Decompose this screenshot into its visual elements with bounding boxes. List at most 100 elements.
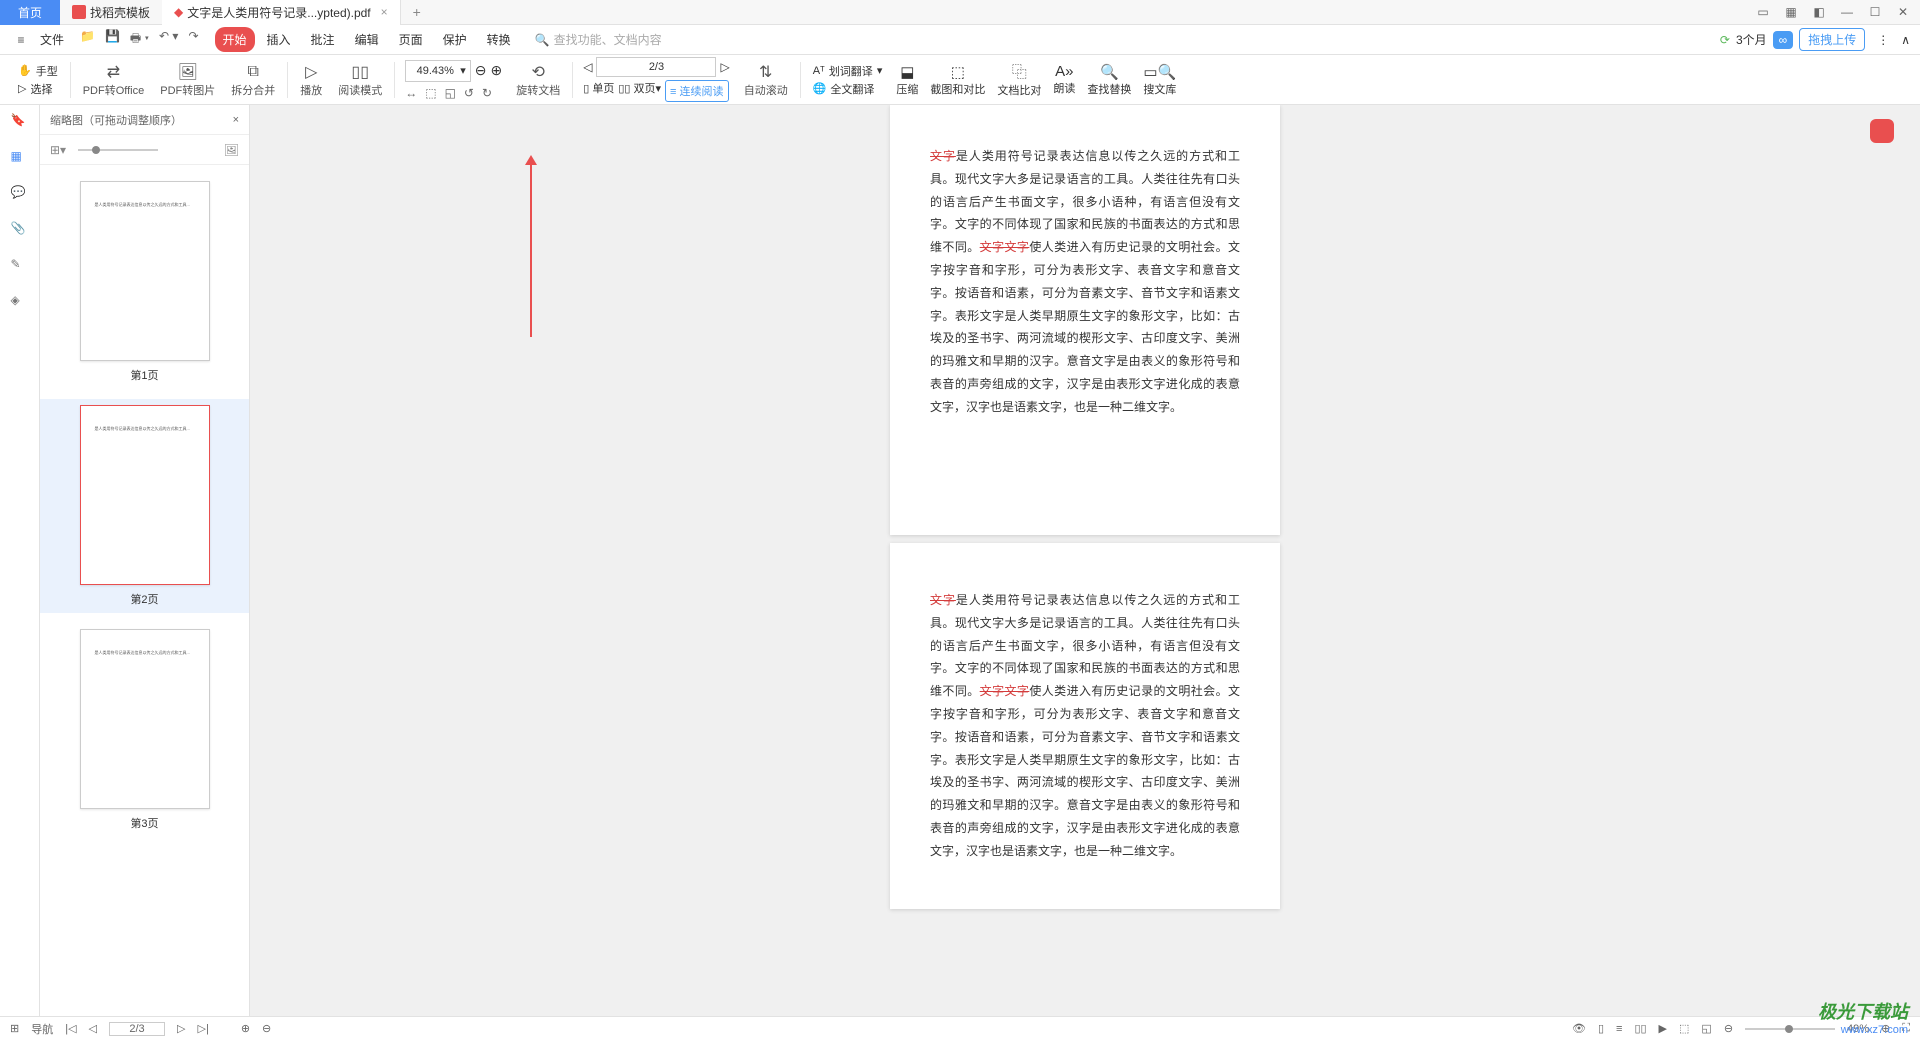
double-page[interactable]: ▯▯ 双页▾ bbox=[618, 80, 661, 102]
grid-icon[interactable]: ▦ bbox=[1784, 5, 1798, 19]
split-merge[interactable]: ⧉拆分合并 bbox=[223, 55, 283, 105]
search-box[interactable]: 🔍 查找功能、文档内容 bbox=[535, 31, 662, 48]
eye-icon[interactable]: 👁 bbox=[1572, 1022, 1586, 1035]
close-panel-icon[interactable]: × bbox=[233, 114, 239, 126]
next-page-icon[interactable]: ▷ bbox=[177, 1022, 185, 1035]
hand-tool[interactable]: ✋手型 bbox=[18, 63, 58, 79]
thumbnail-list[interactable]: 是人类用符号记录表达信息以传之久远的方式和工具... 第1页 是人类用符号记录表… bbox=[40, 165, 249, 1016]
file-menu[interactable]: 文件 bbox=[34, 31, 70, 48]
thumb-view-icon[interactable]: 🖼 bbox=[224, 143, 239, 157]
first-page-icon[interactable]: |◁ bbox=[65, 1022, 76, 1035]
new-tab-button[interactable]: + bbox=[401, 4, 433, 20]
close-window-icon[interactable]: ✕ bbox=[1896, 5, 1910, 19]
compress[interactable]: ⬓压缩 bbox=[890, 63, 924, 97]
next-page-icon[interactable]: ▷ bbox=[720, 60, 729, 74]
attachment-icon[interactable]: 📎 bbox=[11, 221, 29, 239]
tab-start[interactable]: 开始 bbox=[215, 27, 255, 52]
read-mode[interactable]: ▯▯阅读模式 bbox=[330, 55, 390, 105]
select-tool[interactable]: ▷选择 bbox=[18, 81, 58, 97]
play-slideshow-icon[interactable]: ▶ bbox=[1659, 1022, 1667, 1035]
zoom-actual-icon[interactable]: ⊖ bbox=[262, 1022, 271, 1035]
sort-icon[interactable]: ⊞▾ bbox=[50, 143, 66, 157]
pdf-to-office[interactable]: ⇄PDF转Office bbox=[75, 55, 153, 105]
collapse-icon[interactable]: ∧ bbox=[1901, 33, 1910, 47]
zoom-value-box[interactable]: 49.43%▾ bbox=[405, 60, 471, 82]
fit-icon[interactable]: ⬚ bbox=[1679, 1022, 1689, 1035]
tab-document[interactable]: ◆ 文字是人类用符号记录...ypted).pdf × bbox=[162, 0, 401, 25]
page-number-input[interactable]: 2/3 bbox=[109, 1022, 165, 1036]
fit-page-icon[interactable]: ⬚ bbox=[425, 86, 436, 100]
tab-annotate[interactable]: 批注 bbox=[303, 27, 343, 52]
full-translate[interactable]: 🌐全文翻译 bbox=[813, 81, 883, 97]
struck-text: 文字 bbox=[930, 593, 956, 607]
redo-icon[interactable]: ↷ bbox=[188, 29, 198, 50]
document-canvas[interactable]: 文字是人类用符号记录表达信息以传之久远的方式和工具。现代文字大多是记录语言的工具… bbox=[250, 105, 1920, 1016]
layers-icon[interactable]: ◈ bbox=[11, 293, 29, 311]
rotate-doc[interactable]: ⟲旋转文档 bbox=[508, 55, 568, 105]
tab-close-icon[interactable]: × bbox=[381, 5, 388, 19]
hamburger-icon[interactable]: ≡ bbox=[10, 29, 32, 51]
open-icon[interactable]: 📁 bbox=[80, 29, 95, 50]
library-icon: ▭🔍 bbox=[1143, 63, 1176, 81]
thumbnail-item[interactable]: 是人类用符号记录表达信息以传之久远的方式和工具... 第3页 bbox=[40, 623, 249, 837]
crop-view-icon[interactable]: ◱ bbox=[1701, 1022, 1711, 1035]
fit-width-icon[interactable]: ↔ bbox=[405, 86, 417, 100]
signature-icon[interactable]: ✎ bbox=[11, 257, 29, 275]
floating-action-badge[interactable] bbox=[1870, 119, 1894, 143]
rotate-left-icon[interactable]: ↺ bbox=[464, 86, 474, 100]
thumbnail-size-slider[interactable] bbox=[78, 149, 158, 151]
play-button[interactable]: ▷播放 bbox=[292, 55, 330, 105]
skin-icon[interactable]: ◧ bbox=[1812, 5, 1826, 19]
minimize-icon[interactable]: — bbox=[1840, 5, 1854, 19]
bookmark-icon[interactable]: 🔖 bbox=[11, 113, 29, 131]
tab-edit[interactable]: 编辑 bbox=[347, 27, 387, 52]
rotate-right-icon[interactable]: ↻ bbox=[482, 86, 492, 100]
last-page-icon[interactable]: ▷| bbox=[197, 1022, 208, 1035]
layout-icon[interactable]: ▭ bbox=[1756, 5, 1770, 19]
thumbnail-icon[interactable]: ▦ bbox=[11, 149, 29, 167]
view-continuous-icon[interactable]: ≡ bbox=[1616, 1023, 1622, 1035]
search-icon: 🔍 bbox=[535, 33, 550, 47]
tab-protect[interactable]: 保护 bbox=[435, 27, 475, 52]
struck-text: 文字 bbox=[930, 149, 956, 163]
cloud-sync-icon[interactable]: ∞ bbox=[1773, 31, 1794, 49]
upload-button[interactable]: 拖拽上传 bbox=[1799, 28, 1865, 51]
read-aloud[interactable]: A»朗读 bbox=[1047, 63, 1081, 96]
actual-size-icon[interactable]: ◱ bbox=[445, 86, 456, 100]
tab-templates[interactable]: 找稻壳模板 bbox=[60, 0, 162, 25]
prev-page-icon[interactable]: ◁ bbox=[89, 1022, 97, 1035]
view-double-icon[interactable]: ▯▯ bbox=[1634, 1022, 1646, 1035]
zoom-in-icon[interactable]: ⊕ bbox=[491, 62, 503, 79]
zoom-out-icon[interactable]: ⊖ bbox=[475, 62, 487, 79]
tab-convert[interactable]: 转换 bbox=[479, 27, 519, 52]
outline-toggle-icon[interactable]: ⊞ bbox=[10, 1022, 19, 1035]
screenshot-compare[interactable]: ⬚截图和对比 bbox=[924, 63, 991, 97]
search-library[interactable]: ▭🔍搜文库 bbox=[1137, 63, 1182, 97]
page-indicator[interactable]: 2/3 bbox=[596, 57, 716, 77]
save-icon[interactable]: 💾 bbox=[105, 29, 120, 50]
single-page[interactable]: ▯ 单页 bbox=[583, 80, 614, 102]
pdf-to-image[interactable]: 🖼PDF转图片 bbox=[152, 55, 223, 105]
find-replace[interactable]: 🔍查找替换 bbox=[1081, 63, 1137, 97]
maximize-icon[interactable]: ☐ bbox=[1868, 5, 1882, 19]
thumbnail-item[interactable]: 是人类用符号记录表达信息以传之久远的方式和工具... 第1页 bbox=[40, 175, 249, 389]
undo-icon[interactable]: ↶ ▾ bbox=[159, 29, 178, 50]
nav-label[interactable]: 导航 bbox=[31, 1021, 53, 1037]
auto-scroll[interactable]: ⇅自动滚动 bbox=[736, 55, 796, 105]
zoom-out-status-icon[interactable]: ⊖ bbox=[1724, 1022, 1733, 1035]
word-translate[interactable]: Aᵀ划词翻译▾ bbox=[813, 63, 883, 79]
prev-page-icon[interactable]: ◁ bbox=[583, 60, 592, 74]
file-compare[interactable]: ⿻文档比对 bbox=[991, 61, 1047, 98]
tab-page[interactable]: 页面 bbox=[391, 27, 431, 52]
tab-insert[interactable]: 插入 bbox=[259, 27, 299, 52]
tab-home[interactable]: 首页 bbox=[0, 0, 60, 25]
continuous-read[interactable]: ≡ 连续阅读 bbox=[665, 80, 728, 102]
more-icon[interactable]: ⋮ bbox=[1877, 33, 1889, 47]
print-icon[interactable]: 🖶 ▾ bbox=[130, 29, 149, 50]
view-single-icon[interactable]: ▯ bbox=[1598, 1022, 1604, 1035]
struck-text: 文字文字 bbox=[980, 240, 1030, 254]
thumbnail-item[interactable]: 是人类用符号记录表达信息以传之久远的方式和工具... 第2页 bbox=[40, 399, 249, 613]
zoom-fit-icon[interactable]: ⊕ bbox=[241, 1022, 250, 1035]
cloud-status-icon[interactable]: ⟳ bbox=[1720, 33, 1730, 47]
comment-icon[interactable]: 💬 bbox=[11, 185, 29, 203]
